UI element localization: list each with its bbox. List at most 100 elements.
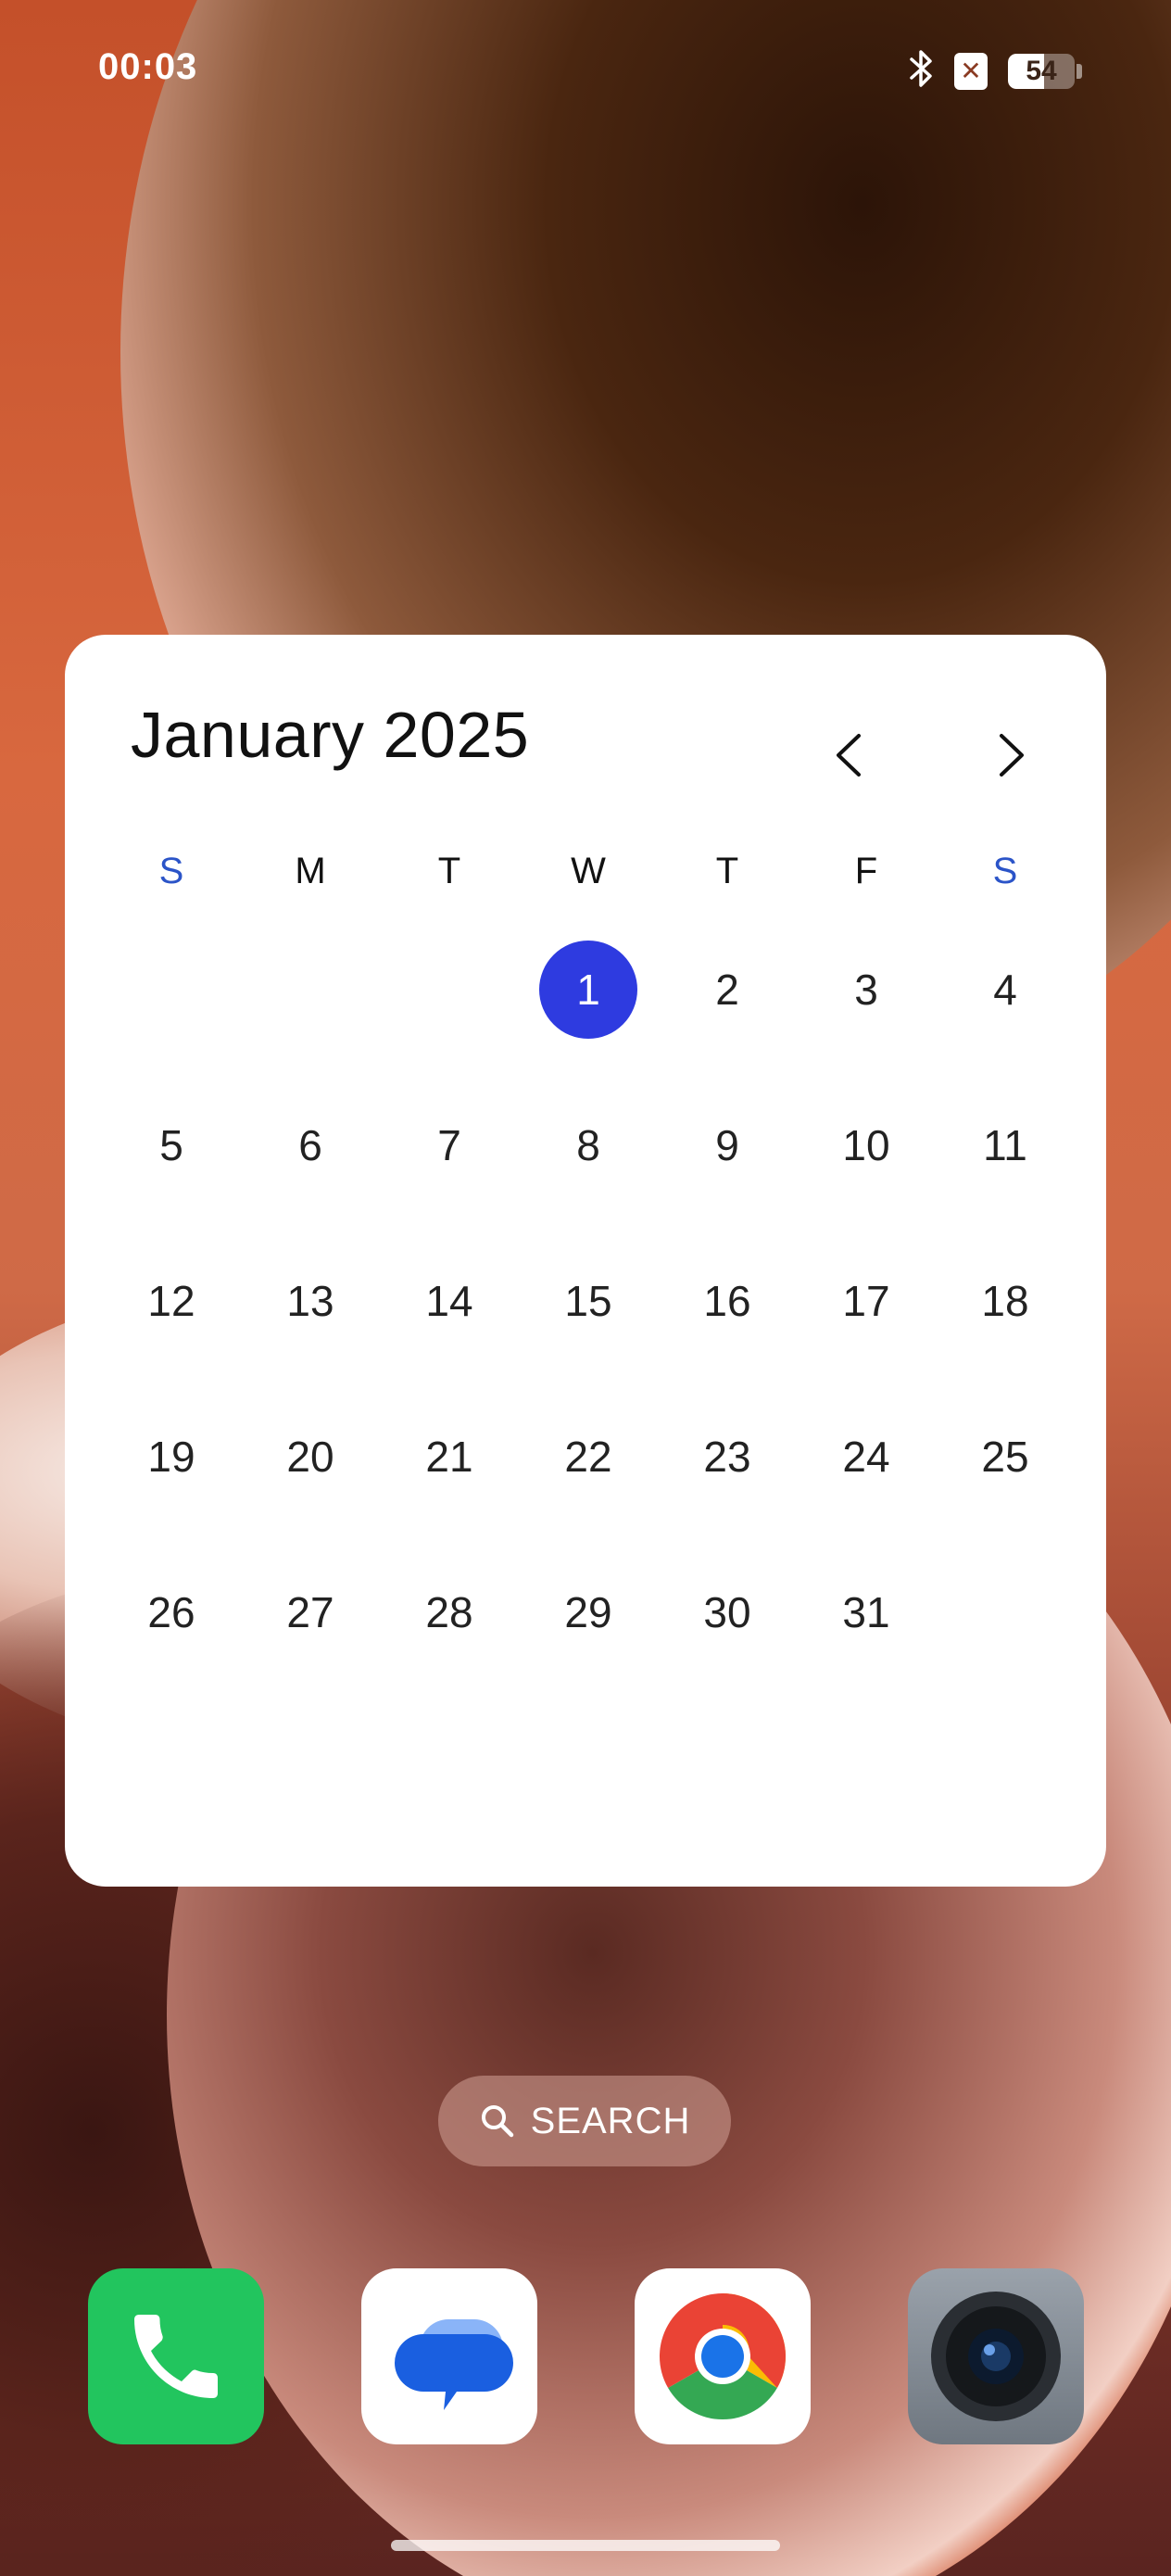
day-cell[interactable]: 29 [519, 1563, 658, 1719]
phone-icon [134, 2315, 218, 2398]
day-number: 15 [564, 1277, 612, 1325]
status-bar: 00:03 ✕ 54 [0, 0, 1171, 139]
search-icon [481, 2105, 513, 2138]
next-month-button[interactable] [984, 727, 1039, 783]
day-number: 4 [993, 966, 1017, 1014]
weekday-label: T [437, 851, 461, 891]
day-number: 30 [703, 1588, 751, 1636]
search-button[interactable]: SEARCH [438, 2076, 731, 2166]
day-number: 3 [854, 966, 878, 1014]
day-number: 16 [703, 1277, 751, 1325]
chevron-right-icon [1000, 734, 1024, 777]
day-grid: 1 2 3 4 5 6 7 8 9 10 11 12 13 14 15 16 17 18 19 20 21 22 23 24 2… [102, 941, 1075, 1719]
day-cell[interactable]: 26 [102, 1563, 241, 1719]
prev-month-button[interactable] [821, 727, 876, 783]
day-cell[interactable]: 30 [658, 1563, 797, 1719]
day-cell[interactable]: 17 [797, 1252, 936, 1408]
day-number: 20 [286, 1433, 334, 1481]
day-cell[interactable]: 13 [241, 1252, 380, 1408]
day-cell[interactable]: 20 [241, 1408, 380, 1563]
empty-day-cell [102, 941, 241, 1096]
search-label: SEARCH [530, 2100, 691, 2141]
weekday-label: S [992, 851, 1018, 891]
day-number: 22 [564, 1433, 612, 1481]
day-number: 9 [715, 1121, 739, 1169]
month-title: January 2025 [131, 699, 530, 771]
weekday-label: F [854, 851, 878, 891]
chevron-left-icon [837, 734, 861, 777]
status-icons: ✕ 54 [908, 48, 1082, 94]
day-number: 28 [425, 1588, 473, 1636]
day-number: 5 [159, 1121, 183, 1169]
camera-app[interactable] [908, 2268, 1084, 2444]
day-cell[interactable]: 27 [241, 1563, 380, 1719]
day-cell[interactable]: 22 [519, 1408, 658, 1563]
day-cell[interactable]: 3 [797, 941, 936, 1096]
day-number: 1 [539, 941, 637, 1039]
day-cell-today[interactable]: 1 [519, 941, 658, 1096]
camera-icon [931, 2292, 1061, 2421]
day-cell[interactable]: 10 [797, 1096, 936, 1252]
day-cell[interactable]: 18 [936, 1252, 1075, 1408]
day-number: 21 [425, 1433, 473, 1481]
day-cell[interactable]: 15 [519, 1252, 658, 1408]
gesture-navigation-bar[interactable] [391, 2540, 780, 2551]
day-number: 2 [715, 966, 739, 1014]
day-cell[interactable]: 5 [102, 1096, 241, 1252]
day-number: 29 [564, 1588, 612, 1636]
day-number: 27 [286, 1588, 334, 1636]
day-number: 18 [981, 1277, 1029, 1325]
no-sim-icon: ✕ [954, 52, 988, 90]
day-number: 14 [425, 1277, 473, 1325]
weekday-header: SMTWTFS [102, 843, 1075, 899]
day-cell[interactable]: 28 [380, 1563, 519, 1719]
day-cell[interactable]: 14 [380, 1252, 519, 1408]
day-cell[interactable]: 2 [658, 941, 797, 1096]
day-cell[interactable]: 11 [936, 1096, 1075, 1252]
day-cell[interactable]: 4 [936, 941, 1075, 1096]
battery-level: 54 [1026, 55, 1057, 86]
chrome-icon [659, 2293, 787, 2420]
day-cell[interactable]: 8 [519, 1096, 658, 1252]
battery-icon: 54 [1008, 53, 1075, 89]
day-cell[interactable]: 9 [658, 1096, 797, 1252]
day-number: 25 [981, 1433, 1029, 1481]
calendar-widget[interactable]: January 2025 SMTWTFS 1 2 3 4 5 6 7 8 9 10 11 12 13 14… [65, 635, 1106, 1887]
day-number: 13 [286, 1277, 334, 1325]
day-cell[interactable]: 25 [936, 1408, 1075, 1563]
day-number: 8 [576, 1121, 600, 1169]
messages-icon [395, 2319, 513, 2410]
day-cell[interactable]: 16 [658, 1252, 797, 1408]
day-cell[interactable]: 19 [102, 1408, 241, 1563]
app-dock [88, 2268, 1084, 2444]
status-time: 00:03 [98, 46, 198, 87]
day-number: 23 [703, 1433, 751, 1481]
day-number: 19 [147, 1433, 195, 1481]
empty-day-cell [241, 941, 380, 1096]
weekday-label: S [158, 851, 184, 891]
weekday-label: M [295, 851, 326, 891]
weekday-label: T [715, 851, 739, 891]
battery-tip [1077, 63, 1082, 79]
day-cell[interactable]: 24 [797, 1408, 936, 1563]
messages-app[interactable] [361, 2268, 537, 2444]
day-number: 10 [842, 1121, 890, 1169]
day-cell[interactable]: 21 [380, 1408, 519, 1563]
day-number: 24 [842, 1433, 890, 1481]
day-number: 6 [298, 1121, 322, 1169]
bluetooth-icon [908, 48, 934, 94]
day-cell[interactable]: 12 [102, 1252, 241, 1408]
weekday-label: W [571, 851, 606, 891]
day-cell[interactable]: 23 [658, 1408, 797, 1563]
day-cell[interactable]: 6 [241, 1096, 380, 1252]
day-number: 7 [437, 1121, 461, 1169]
day-number: 31 [842, 1588, 890, 1636]
day-number: 12 [147, 1277, 195, 1325]
day-number: 11 [983, 1121, 1027, 1169]
phone-app[interactable] [88, 2268, 264, 2444]
empty-day-cell [380, 941, 519, 1096]
day-cell[interactable]: 7 [380, 1096, 519, 1252]
day-number: 17 [842, 1277, 890, 1325]
chrome-app[interactable] [635, 2268, 811, 2444]
day-cell[interactable]: 31 [797, 1563, 936, 1719]
